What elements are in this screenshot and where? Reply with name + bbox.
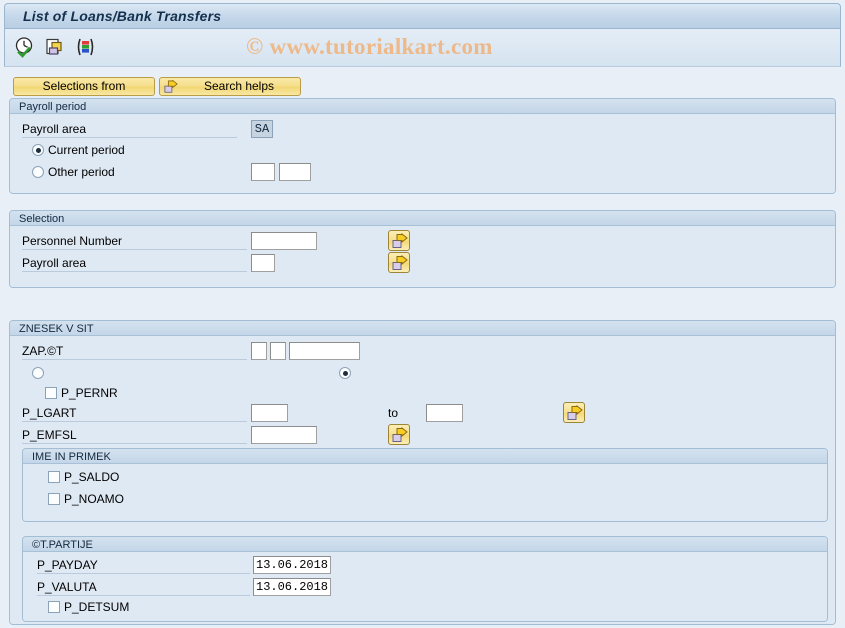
toolbar-icon-group [14, 36, 96, 58]
p-noamo-label: P_NOAMO [64, 492, 125, 506]
zap-ct-label: ZAP.©T [22, 344, 247, 360]
payroll-area-label: Payroll area [22, 122, 237, 138]
multiple-selection-arrow-icon [567, 405, 583, 420]
payroll-period-body: Payroll area SA Current period Other per… [10, 114, 835, 193]
ct-partije-title: ©T.PARTIJE [23, 537, 827, 552]
selection-button-row: Selections from Search helps [4, 67, 841, 96]
p-saldo-label: P_SALDO [64, 470, 120, 484]
multiple-selection-arrow-icon [164, 80, 178, 93]
p-emfsl-label: P_EMFSL [22, 428, 247, 444]
current-period-label: Current period [48, 143, 125, 157]
ime-in-primek-title: IME IN PRIMEK [23, 449, 827, 464]
other-period-input-1[interactable] [251, 163, 275, 181]
window-title-bar: List of Loans/Bank Transfers [4, 3, 841, 29]
p-emfsl-input[interactable] [251, 426, 317, 444]
znesek-radio-right[interactable] [339, 367, 351, 379]
p-lgart-label: P_LGART [22, 406, 247, 422]
p-detsum-checkbox[interactable] [48, 601, 60, 613]
execute-in-background-icon[interactable] [14, 36, 36, 58]
p-payday-input[interactable] [253, 556, 331, 574]
variant-icon[interactable] [74, 36, 96, 58]
other-period-label: Other period [48, 165, 115, 179]
p-detsum-label: P_DETSUM [64, 600, 130, 614]
page-title: List of Loans/Bank Transfers [23, 8, 222, 24]
multiple-selection-arrow-icon [392, 427, 408, 442]
znesek-v-sit-panel: ZNESEK V SIT ZAP.©T P_PERNR P_LGART to P… [9, 320, 836, 625]
selection-payroll-area-label: Payroll area [22, 256, 247, 272]
p-lgart-from-input[interactable] [251, 404, 288, 422]
current-period-radio[interactable] [32, 144, 44, 156]
other-period-input-2[interactable] [279, 163, 311, 181]
p-valuta-input[interactable] [253, 578, 331, 596]
personnel-number-label: Personnel Number [22, 234, 247, 250]
selection-body: Personnel Number Payroll area [10, 226, 835, 287]
p-noamo-checkbox[interactable] [48, 493, 60, 505]
ime-in-primek-body: P_SALDO P_NOAMO [23, 464, 827, 521]
selection-panel: Selection Personnel Number Payroll area [9, 210, 836, 288]
znesek-v-sit-body: ZAP.©T P_PERNR P_LGART to P_EMFSL IME IN… [10, 336, 835, 624]
multiple-selection-arrow-icon [392, 233, 408, 248]
p-lgart-to-label: to [388, 406, 399, 420]
ime-in-primek-subpanel: IME IN PRIMEK P_SALDO P_NOAMO [22, 448, 828, 522]
payroll-period-panel: Payroll period Payroll area SA Current p… [9, 98, 836, 194]
p-lgart-multiple-selection-button[interactable] [563, 402, 585, 423]
ct-partije-body: P_PAYDAY P_VALUTA P_DETSUM [23, 552, 827, 621]
multiple-selection-icon[interactable] [44, 36, 66, 58]
p-lgart-to-input[interactable] [426, 404, 463, 422]
multiple-selection-arrow-icon [392, 255, 408, 270]
zap-ct-input-3[interactable] [289, 342, 360, 360]
selection-title: Selection [10, 211, 835, 226]
watermark-text: © www.tutorialkart.com [246, 34, 493, 59]
personnel-number-multiple-selection-button[interactable] [388, 230, 410, 251]
p-saldo-checkbox[interactable] [48, 471, 60, 483]
ct-partije-subpanel: ©T.PARTIJE P_PAYDAY P_VALUTA P_DETSUM [22, 536, 828, 622]
p-emfsl-multiple-selection-button[interactable] [388, 424, 410, 445]
p-pernr-label: P_PERNR [61, 386, 118, 400]
payroll-period-title: Payroll period [10, 99, 835, 114]
p-pernr-checkbox[interactable] [45, 387, 57, 399]
zap-ct-input-1[interactable] [251, 342, 267, 360]
znesek-radio-left[interactable] [32, 367, 44, 379]
search-helps-label: Search helps [203, 79, 275, 93]
other-period-radio[interactable] [32, 166, 44, 178]
personnel-number-input[interactable] [251, 232, 317, 250]
selection-payroll-area-multiple-selection-button[interactable] [388, 252, 410, 273]
znesek-v-sit-title: ZNESEK V SIT [10, 321, 835, 336]
selection-payroll-area-input[interactable] [251, 254, 275, 272]
zap-ct-input-2[interactable] [270, 342, 286, 360]
search-helps-button[interactable]: Search helps [159, 77, 301, 96]
p-valuta-label: P_VALUTA [37, 580, 250, 596]
payroll-area-display: SA [251, 120, 273, 138]
selections-from-button[interactable]: Selections from [13, 77, 155, 96]
p-payday-label: P_PAYDAY [37, 558, 250, 574]
